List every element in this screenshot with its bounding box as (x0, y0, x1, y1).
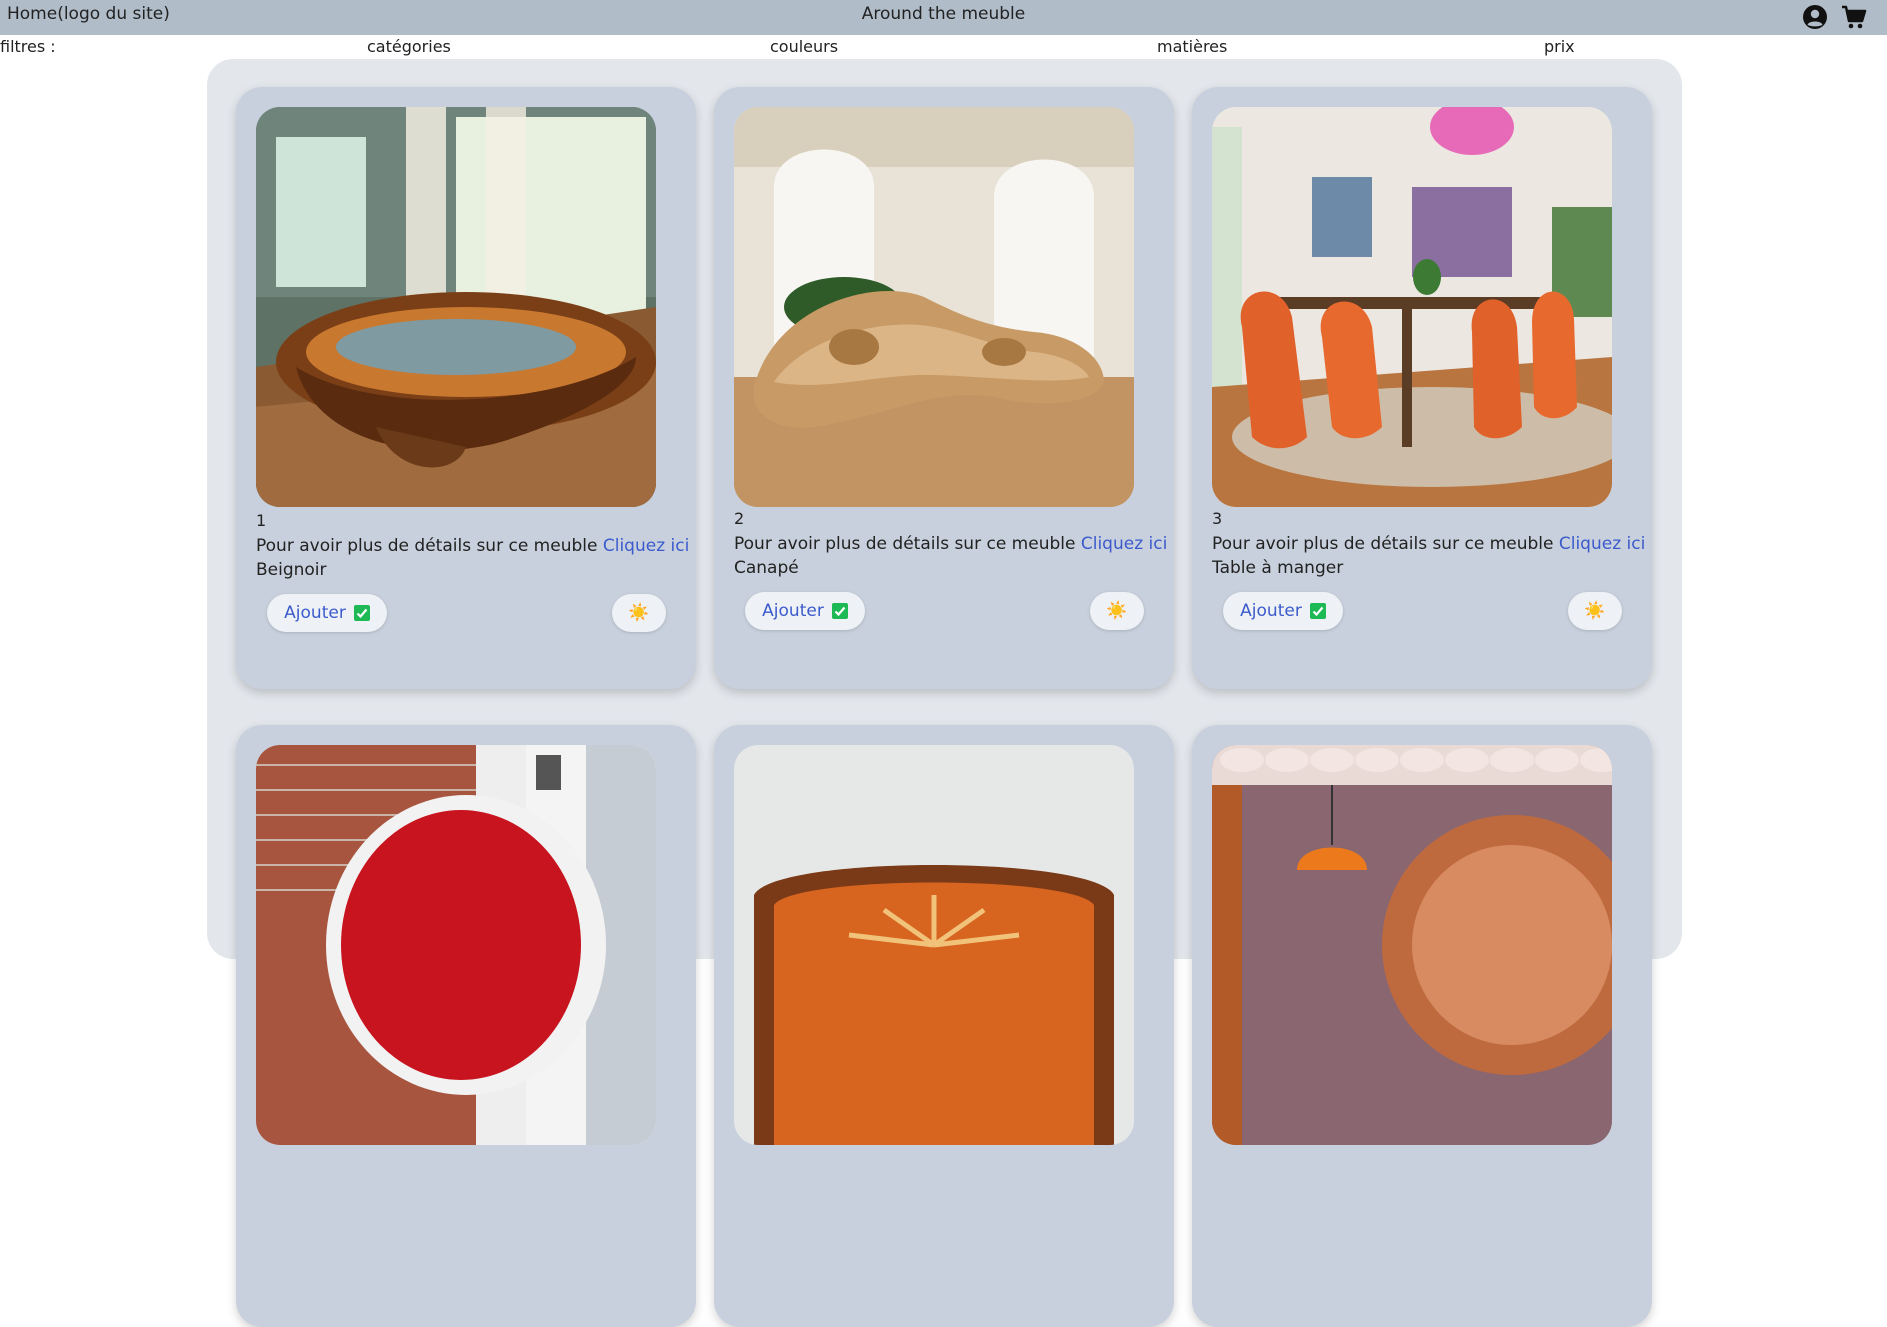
sun-icon: ☀️ (1584, 601, 1606, 621)
product-details-text: Pour avoir plus de détails sur ce meuble… (256, 536, 689, 556)
add-to-cart-button[interactable]: Ajouter (1223, 592, 1343, 630)
product-details-text: Pour avoir plus de détails sur ce meuble… (1212, 534, 1645, 554)
filter-categories[interactable]: catégories (367, 37, 451, 56)
add-button-label: Ajouter (1240, 601, 1302, 621)
site-title: Around the meuble (861, 4, 1026, 24)
product-number: 1 (256, 511, 267, 530)
product-details-text: Pour avoir plus de détails sur ce meuble… (734, 534, 1167, 554)
top-header: Home(logo du site) Around the meuble (0, 0, 1887, 35)
cart-icon[interactable] (1840, 3, 1868, 31)
product-grid: 1 Pour avoir plus de détails sur ce meub… (207, 59, 1682, 1327)
product-card (1192, 725, 1652, 1327)
sun-button[interactable]: ☀️ (1090, 592, 1144, 630)
add-button-label: Ajouter (284, 603, 346, 623)
details-label: Pour avoir plus de détails sur ce meuble (734, 534, 1076, 554)
product-name: Canapé (734, 558, 799, 578)
filters-bar: filtres : catégories couleurs matières p… (0, 35, 1887, 59)
product-name: Beignoir (256, 560, 327, 580)
product-card: 3 Pour avoir plus de détails sur ce meub… (1192, 87, 1652, 689)
product-image-sofa[interactable] (734, 107, 1134, 507)
product-card (236, 725, 696, 1327)
product-number: 2 (734, 509, 745, 528)
user-circle-icon[interactable] (1801, 3, 1829, 31)
product-image-bathtub[interactable] (256, 107, 656, 507)
details-link[interactable]: Cliquez ici (1559, 534, 1645, 554)
product-card: 1 Pour avoir plus de détails sur ce meub… (236, 87, 696, 689)
product-card (714, 725, 1174, 1327)
details-label: Pour avoir plus de détails sur ce meuble (1212, 534, 1554, 554)
checkbox-checked-icon (831, 603, 848, 619)
details-link[interactable]: Cliquez ici (603, 536, 689, 556)
checkbox-checked-icon (1309, 603, 1326, 619)
product-number: 3 (1212, 509, 1223, 528)
add-to-cart-button[interactable]: Ajouter (267, 594, 387, 632)
add-to-cart-button[interactable]: Ajouter (745, 592, 865, 630)
product-image-interior[interactable] (1212, 745, 1612, 1145)
sun-icon: ☀️ (628, 603, 650, 623)
sun-button[interactable]: ☀️ (1568, 592, 1622, 630)
details-label: Pour avoir plus de détails sur ce meuble (256, 536, 598, 556)
product-image-egg-chair[interactable] (256, 745, 656, 1145)
product-card: 2 Pour avoir plus de détails sur ce meub… (714, 87, 1174, 689)
filter-materials[interactable]: matières (1157, 37, 1227, 56)
product-name: Table à manger (1212, 558, 1344, 578)
checkbox-checked-icon (353, 605, 370, 621)
add-button-label: Ajouter (762, 601, 824, 621)
sun-button[interactable]: ☀️ (612, 594, 666, 632)
sun-icon: ☀️ (1106, 601, 1128, 621)
filter-colors[interactable]: couleurs (770, 37, 838, 56)
filters-label: filtres : (0, 37, 56, 56)
product-image-clock[interactable] (734, 745, 1134, 1145)
filter-price[interactable]: prix (1544, 37, 1575, 56)
details-link[interactable]: Cliquez ici (1081, 534, 1167, 554)
product-image-dining-table[interactable] (1212, 107, 1612, 507)
